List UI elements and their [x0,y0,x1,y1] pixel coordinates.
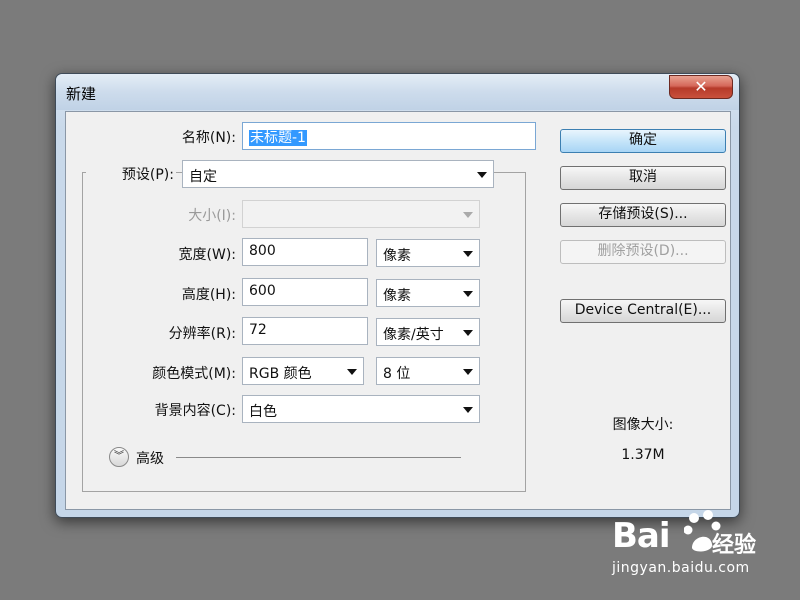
device-central-button[interactable]: Device Central(E)... [560,299,726,323]
resolution-input[interactable]: 72 [242,317,368,345]
color-mode-value: RGB 颜色 [249,366,312,382]
color-mode-select[interactable]: RGB 颜色 [242,357,364,385]
size-label: 大小(I): [188,208,236,224]
delete-preset-button[interactable]: 删除预设(D)... [560,240,726,264]
resolution-label: 分辨率(R): [168,326,236,342]
height-input[interactable]: 600 [242,278,368,306]
color-mode-label: 颜色模式(M): [152,366,236,382]
width-label: 宽度(W): [178,247,236,263]
preset-label: 预设(P): [86,164,176,184]
name-input[interactable]: 未标题-1 [242,122,536,150]
name-label: 名称(N): [181,130,236,146]
title-bar[interactable]: 新建 ✕ [56,74,739,110]
advanced-label: 高级 [136,451,164,467]
bit-depth-value: 8 位 [383,366,411,382]
chevron-down-icon [463,212,473,218]
image-size-label: 图像大小: [612,417,674,433]
dialog-title: 新建 [66,85,97,103]
size-select[interactable] [242,200,480,228]
close-icon: ✕ [694,77,708,96]
width-unit-select[interactable]: 像素 [376,239,480,267]
baidu-jingyan-watermark: Bai 经验 jingyan.baidu.com [612,510,772,585]
chevron-double-down-icon: ︾ [114,451,124,462]
image-size-value: 1.37M [621,447,665,463]
bit-depth-select[interactable]: 8 位 [376,357,480,385]
chevron-down-icon [477,172,487,178]
baidu-logo-text: Bai [612,516,671,556]
width-unit-value: 像素 [383,248,411,264]
chevron-down-icon [463,251,473,257]
resolution-unit-value: 像素/英寸 [383,327,444,343]
advanced-divider [176,457,461,458]
name-value: 未标题-1 [249,130,307,146]
background-label: 背景内容(C): [154,403,236,419]
resolution-unit-select[interactable]: 像素/英寸 [376,318,480,346]
height-label: 高度(H): [181,287,236,303]
advanced-toggle-button[interactable]: ︾ [109,447,129,467]
height-unit-select[interactable]: 像素 [376,279,480,307]
dialog-body: 名称(N): 未标题-1 预设(P): 自定 大小(I): 宽度(W): 800… [65,111,731,510]
close-button[interactable]: ✕ [669,75,733,99]
cancel-button[interactable]: 取消 [560,166,726,190]
preset-select[interactable]: 自定 [182,160,494,188]
jingyan-text: 经验 [712,533,757,558]
chevron-down-icon [463,330,473,336]
preset-value: 自定 [189,169,217,185]
height-unit-value: 像素 [383,288,411,304]
chevron-down-icon [463,369,473,375]
chevron-down-icon [463,407,473,413]
ok-button[interactable]: 确定 [560,129,726,153]
width-input[interactable]: 800 [242,238,368,266]
watermark-url: jingyan.baidu.com [612,560,750,576]
background-select[interactable]: 白色 [242,395,480,423]
save-preset-button[interactable]: 存储预设(S)... [560,203,726,227]
new-document-dialog: 新建 ✕ 名称(N): 未标题-1 预设(P): 自定 大小(I): 宽度(W)… [55,73,740,518]
chevron-down-icon [347,369,357,375]
background-value: 白色 [249,404,277,420]
chevron-down-icon [463,291,473,297]
